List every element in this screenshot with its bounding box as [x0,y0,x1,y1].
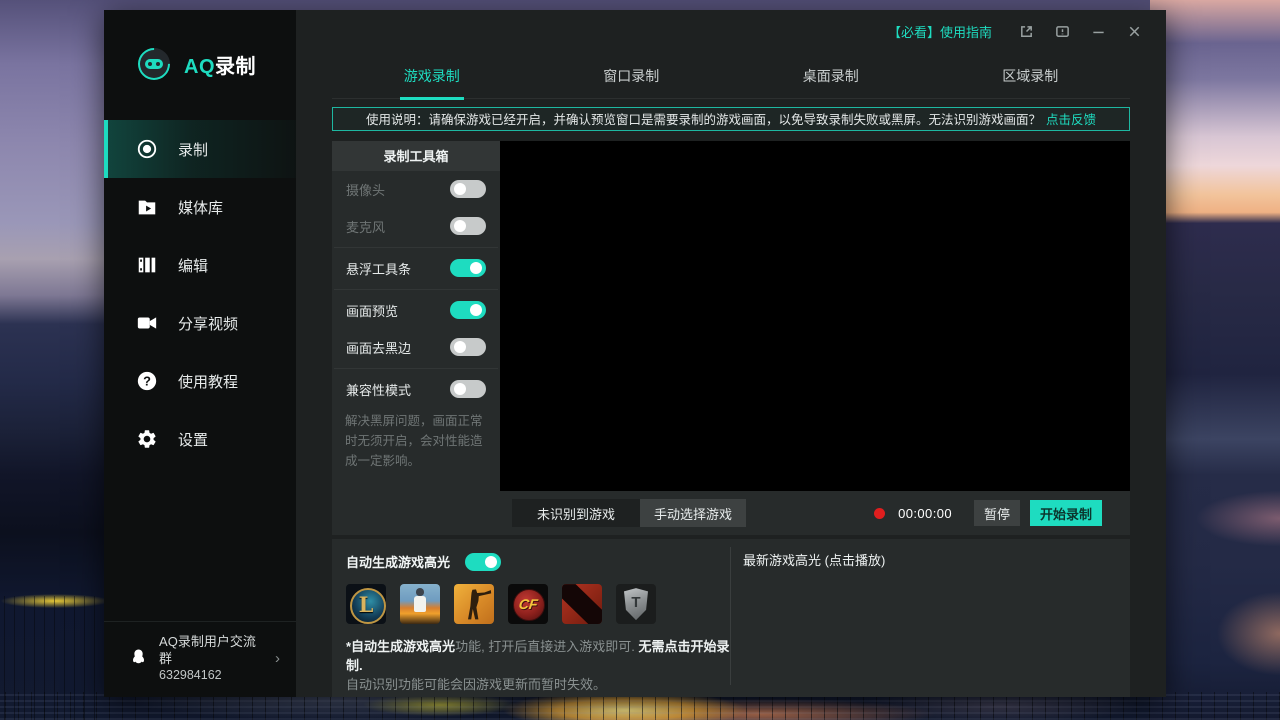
desktop-wallpaper-reeds-left [0,596,104,720]
divider [334,368,498,369]
sidebar-item-media-library[interactable]: 媒体库 [104,178,296,236]
compatibility-toggle[interactable] [450,380,486,398]
close-icon[interactable] [1116,18,1152,46]
main-row: 录制工具箱 摄像头 麦克风 悬浮工具条 画面预览 [332,141,1130,536]
svg-text:?: ? [143,374,151,389]
record-timer: 00:00:00 [898,506,952,521]
record-toolbox: 录制工具箱 摄像头 麦克风 悬浮工具条 画面预览 [332,141,500,536]
toggle-row-camera: 摄像头 [332,171,500,208]
game-icon-csgo [454,584,494,624]
app-logo: AQ录制 [104,10,296,86]
preview-toggle[interactable] [450,301,486,319]
divider [334,289,498,290]
tab-desktop-record[interactable]: 桌面录制 [731,53,931,97]
sidebar-item-tutorial[interactable]: ? 使用教程 [104,352,296,410]
sidebar-item-settings[interactable]: 设置 [104,410,296,468]
compatibility-note: 解决黑屏问题，画面正常时无须开启，会对性能造成一定影响。 [332,408,500,474]
toolbox-title: 录制工具箱 [332,141,500,171]
microphone-toggle[interactable] [450,217,486,235]
toggle-label: 兼容性模式 [346,380,411,399]
media-library-icon [136,196,158,218]
qq-group-link[interactable]: AQ录制用户交流群 632984162 › [104,621,296,697]
help-icon: ? [136,370,158,392]
floating-toolbar-toggle[interactable] [450,259,486,277]
minimize-icon[interactable] [1080,18,1116,46]
sidebar-item-label: 设置 [178,429,208,450]
app-logo-text: AQ录制 [184,50,256,79]
sidebar-item-label: 编辑 [178,255,208,276]
feedback-icon[interactable] [1044,18,1080,46]
game-detect-status-button[interactable]: 未识别到游戏 [512,499,640,527]
sidebar-item-share-video[interactable]: 分享视频 [104,294,296,352]
external-link-icon[interactable] [1008,18,1044,46]
toggle-label: 画面去黑边 [346,338,411,357]
game-preview-area [500,141,1130,492]
share-video-icon [136,312,158,334]
supported-games-row: L CF T [346,584,730,624]
record-indicator-dot [874,508,885,519]
toggle-row-floating-toolbar: 悬浮工具条 [332,250,500,287]
qq-penguin-icon [130,648,147,669]
guide-link[interactable]: 【必看】使用指南 [888,22,992,41]
chevron-right-icon: › [275,650,280,667]
record-controls-bar: 未识别到游戏 手动选择游戏 00:00:00 暂停 开始录制 [500,491,1130,535]
sidebar: AQ录制 录制 媒体库 编辑 分享视频 ? 使用教程 [104,10,296,697]
start-record-button[interactable]: 开始录制 [1030,500,1102,526]
sidebar-item-label: 媒体库 [178,197,223,218]
latest-highlights-title: 最新游戏高光 (点击播放) [743,550,1130,569]
edit-icon [136,254,158,276]
toggle-label: 麦克风 [346,217,385,236]
desktop-wallpaper-right [1150,0,1280,720]
usage-notice: 使用说明：请确保游戏已经开启，并确认预览窗口是需要录制的游戏画面，以免导致录制失… [332,107,1130,131]
toggle-row-compatibility: 兼容性模式 [332,371,500,408]
qq-group-text: AQ录制用户交流群 632984162 [159,633,263,684]
toggle-row-remove-black-bars: 画面去黑边 [332,329,500,366]
latest-highlights-section[interactable]: 最新游戏高光 (点击播放) [730,547,1130,685]
camera-toggle[interactable] [450,180,486,198]
sidebar-item-label: 录制 [178,139,208,160]
sidebar-item-label: 分享视频 [178,313,238,334]
auto-highlight-note: *自动生成游戏高光功能, 打开后直接进入游戏即可. 无需点击开始录制. 自动识别… [346,637,730,694]
notice-text: 使用说明：请确保游戏已经开启，并确认预览窗口是需要录制的游戏画面，以免导致录制失… [366,109,1041,128]
app-logo-icon [131,41,176,86]
sidebar-menu: 录制 媒体库 编辑 分享视频 ? 使用教程 设置 [104,120,296,468]
sidebar-item-edit[interactable]: 编辑 [104,236,296,294]
app-window: AQ录制 录制 媒体库 编辑 分享视频 ? 使用教程 [104,10,1166,697]
game-icon-dota2 [562,584,602,624]
toggle-label: 摄像头 [346,180,385,199]
tab-game-record[interactable]: 游戏录制 [332,53,532,97]
remove-black-bars-toggle[interactable] [450,338,486,356]
content-area: 【必看】使用指南 游戏录制 窗口录制 桌面录制 区域录制 使用说明：请确保游戏已… [296,10,1166,697]
toggle-row-microphone: 麦克风 [332,208,500,245]
sidebar-item-record[interactable]: 录制 [104,120,296,178]
divider [334,247,498,248]
toggle-label: 画面预览 [346,301,398,320]
toggle-label: 悬浮工具条 [346,259,411,278]
tab-region-record[interactable]: 区域录制 [931,53,1131,97]
feedback-link[interactable]: 点击反馈 [1046,109,1096,128]
auto-highlight-toggle[interactable] [465,553,501,571]
auto-highlight-label: 自动生成游戏高光 [346,552,450,571]
highlight-panel: 自动生成游戏高光 L CF T *自动生成游戏高光功能, 打开后直接进入游戏即可… [332,539,1130,697]
titlebar: 【必看】使用指南 [296,10,1166,53]
toggle-row-preview: 画面预览 [332,292,500,329]
sidebar-item-label: 使用教程 [178,371,238,392]
game-icon-crossfire: CF [508,584,548,624]
record-icon [136,138,158,160]
game-icon-world-of-tanks: T [616,584,656,624]
pause-button[interactable]: 暂停 [974,500,1020,526]
record-mode-tabs: 游戏录制 窗口录制 桌面录制 区域录制 [332,53,1130,98]
manual-select-game-button[interactable]: 手动选择游戏 [640,499,746,527]
tab-window-record[interactable]: 窗口录制 [532,53,732,97]
game-icon-pubg [400,584,440,624]
gear-icon [136,428,158,450]
preview-column: 未识别到游戏 手动选择游戏 00:00:00 暂停 开始录制 [500,141,1130,536]
game-icon-league-of-legends: L [346,584,386,624]
auto-highlight-section: 自动生成游戏高光 L CF T *自动生成游戏高光功能, 打开后直接进入游戏即可… [332,539,730,697]
